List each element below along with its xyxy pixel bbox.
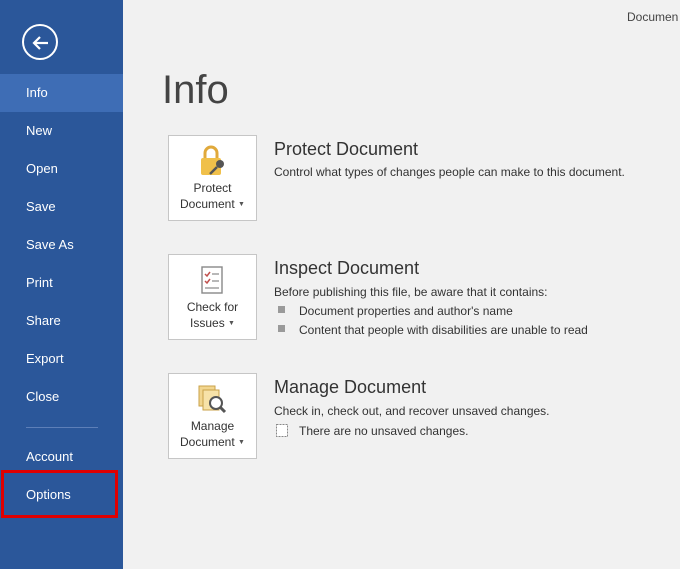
document-magnifier-icon: [198, 385, 227, 414]
inspect-document-description: Before publishing this file, be aware th…: [274, 285, 548, 299]
inspect-bullet-properties: Document properties and author's name: [299, 304, 513, 318]
manage-document-title: Manage Document: [274, 377, 427, 397]
nav-item-info[interactable]: Info: [0, 74, 123, 112]
check-for-issues-label: Check for Issues ▼: [169, 299, 256, 332]
options-highlight-box: [1, 470, 118, 518]
protect-label-line1: Protect: [193, 181, 232, 195]
bullet-marker: [278, 306, 285, 313]
window-title: Documen: [627, 10, 679, 24]
nav-item-save-as[interactable]: Save As: [0, 226, 123, 264]
caret-down-icon: ▼: [238, 439, 245, 446]
back-button[interactable]: [22, 24, 58, 60]
caret-down-icon: ▼: [228, 320, 235, 327]
inspect-bullet-accessibility: Content that people with disabilities ar…: [299, 323, 588, 337]
protect-document-title: Protect Document: [274, 139, 419, 159]
inspect-label-line2: Issues: [190, 316, 225, 330]
inspect-document-title: Inspect Document: [274, 258, 420, 278]
nav-item-open[interactable]: Open: [0, 150, 123, 188]
back-arrow-icon: [32, 36, 48, 50]
manage-status-text: There are no unsaved changes.: [299, 424, 469, 438]
nav-item-close[interactable]: Close: [0, 378, 123, 416]
manage-document-description: Check in, check out, and recover unsaved…: [274, 404, 550, 418]
nav-item-export[interactable]: Export: [0, 340, 123, 378]
nav-item-print[interactable]: Print: [0, 264, 123, 302]
inspect-label-line1: Check for: [186, 300, 239, 314]
padlock-key-icon: [201, 145, 224, 175]
manage-document-button[interactable]: Manage Document ▼: [168, 373, 257, 459]
nav-divider: [26, 427, 98, 428]
protect-label-line2: Document: [180, 197, 235, 211]
manage-label-line2: Document: [180, 435, 235, 449]
nav-item-save[interactable]: Save: [0, 188, 123, 226]
check-for-issues-button[interactable]: Check for Issues ▼: [168, 254, 257, 340]
document-icon: [276, 424, 288, 437]
manage-label-line1: Manage: [190, 419, 235, 433]
nav-item-share[interactable]: Share: [0, 302, 123, 340]
backstage-sidebar: Info New Open Save Save As Print Share E…: [0, 0, 123, 569]
bullet-marker: [278, 325, 285, 332]
protect-document-description: Control what types of changes people can…: [274, 165, 625, 179]
protect-document-label: Protect Document ▼: [169, 180, 256, 213]
manage-document-label: Manage Document ▼: [169, 418, 256, 451]
caret-down-icon: ▼: [238, 201, 245, 208]
checklist-icon: [201, 266, 223, 294]
page-title: Info: [162, 68, 229, 112]
nav-item-new[interactable]: New: [0, 112, 123, 150]
protect-document-button[interactable]: Protect Document ▼: [168, 135, 257, 221]
